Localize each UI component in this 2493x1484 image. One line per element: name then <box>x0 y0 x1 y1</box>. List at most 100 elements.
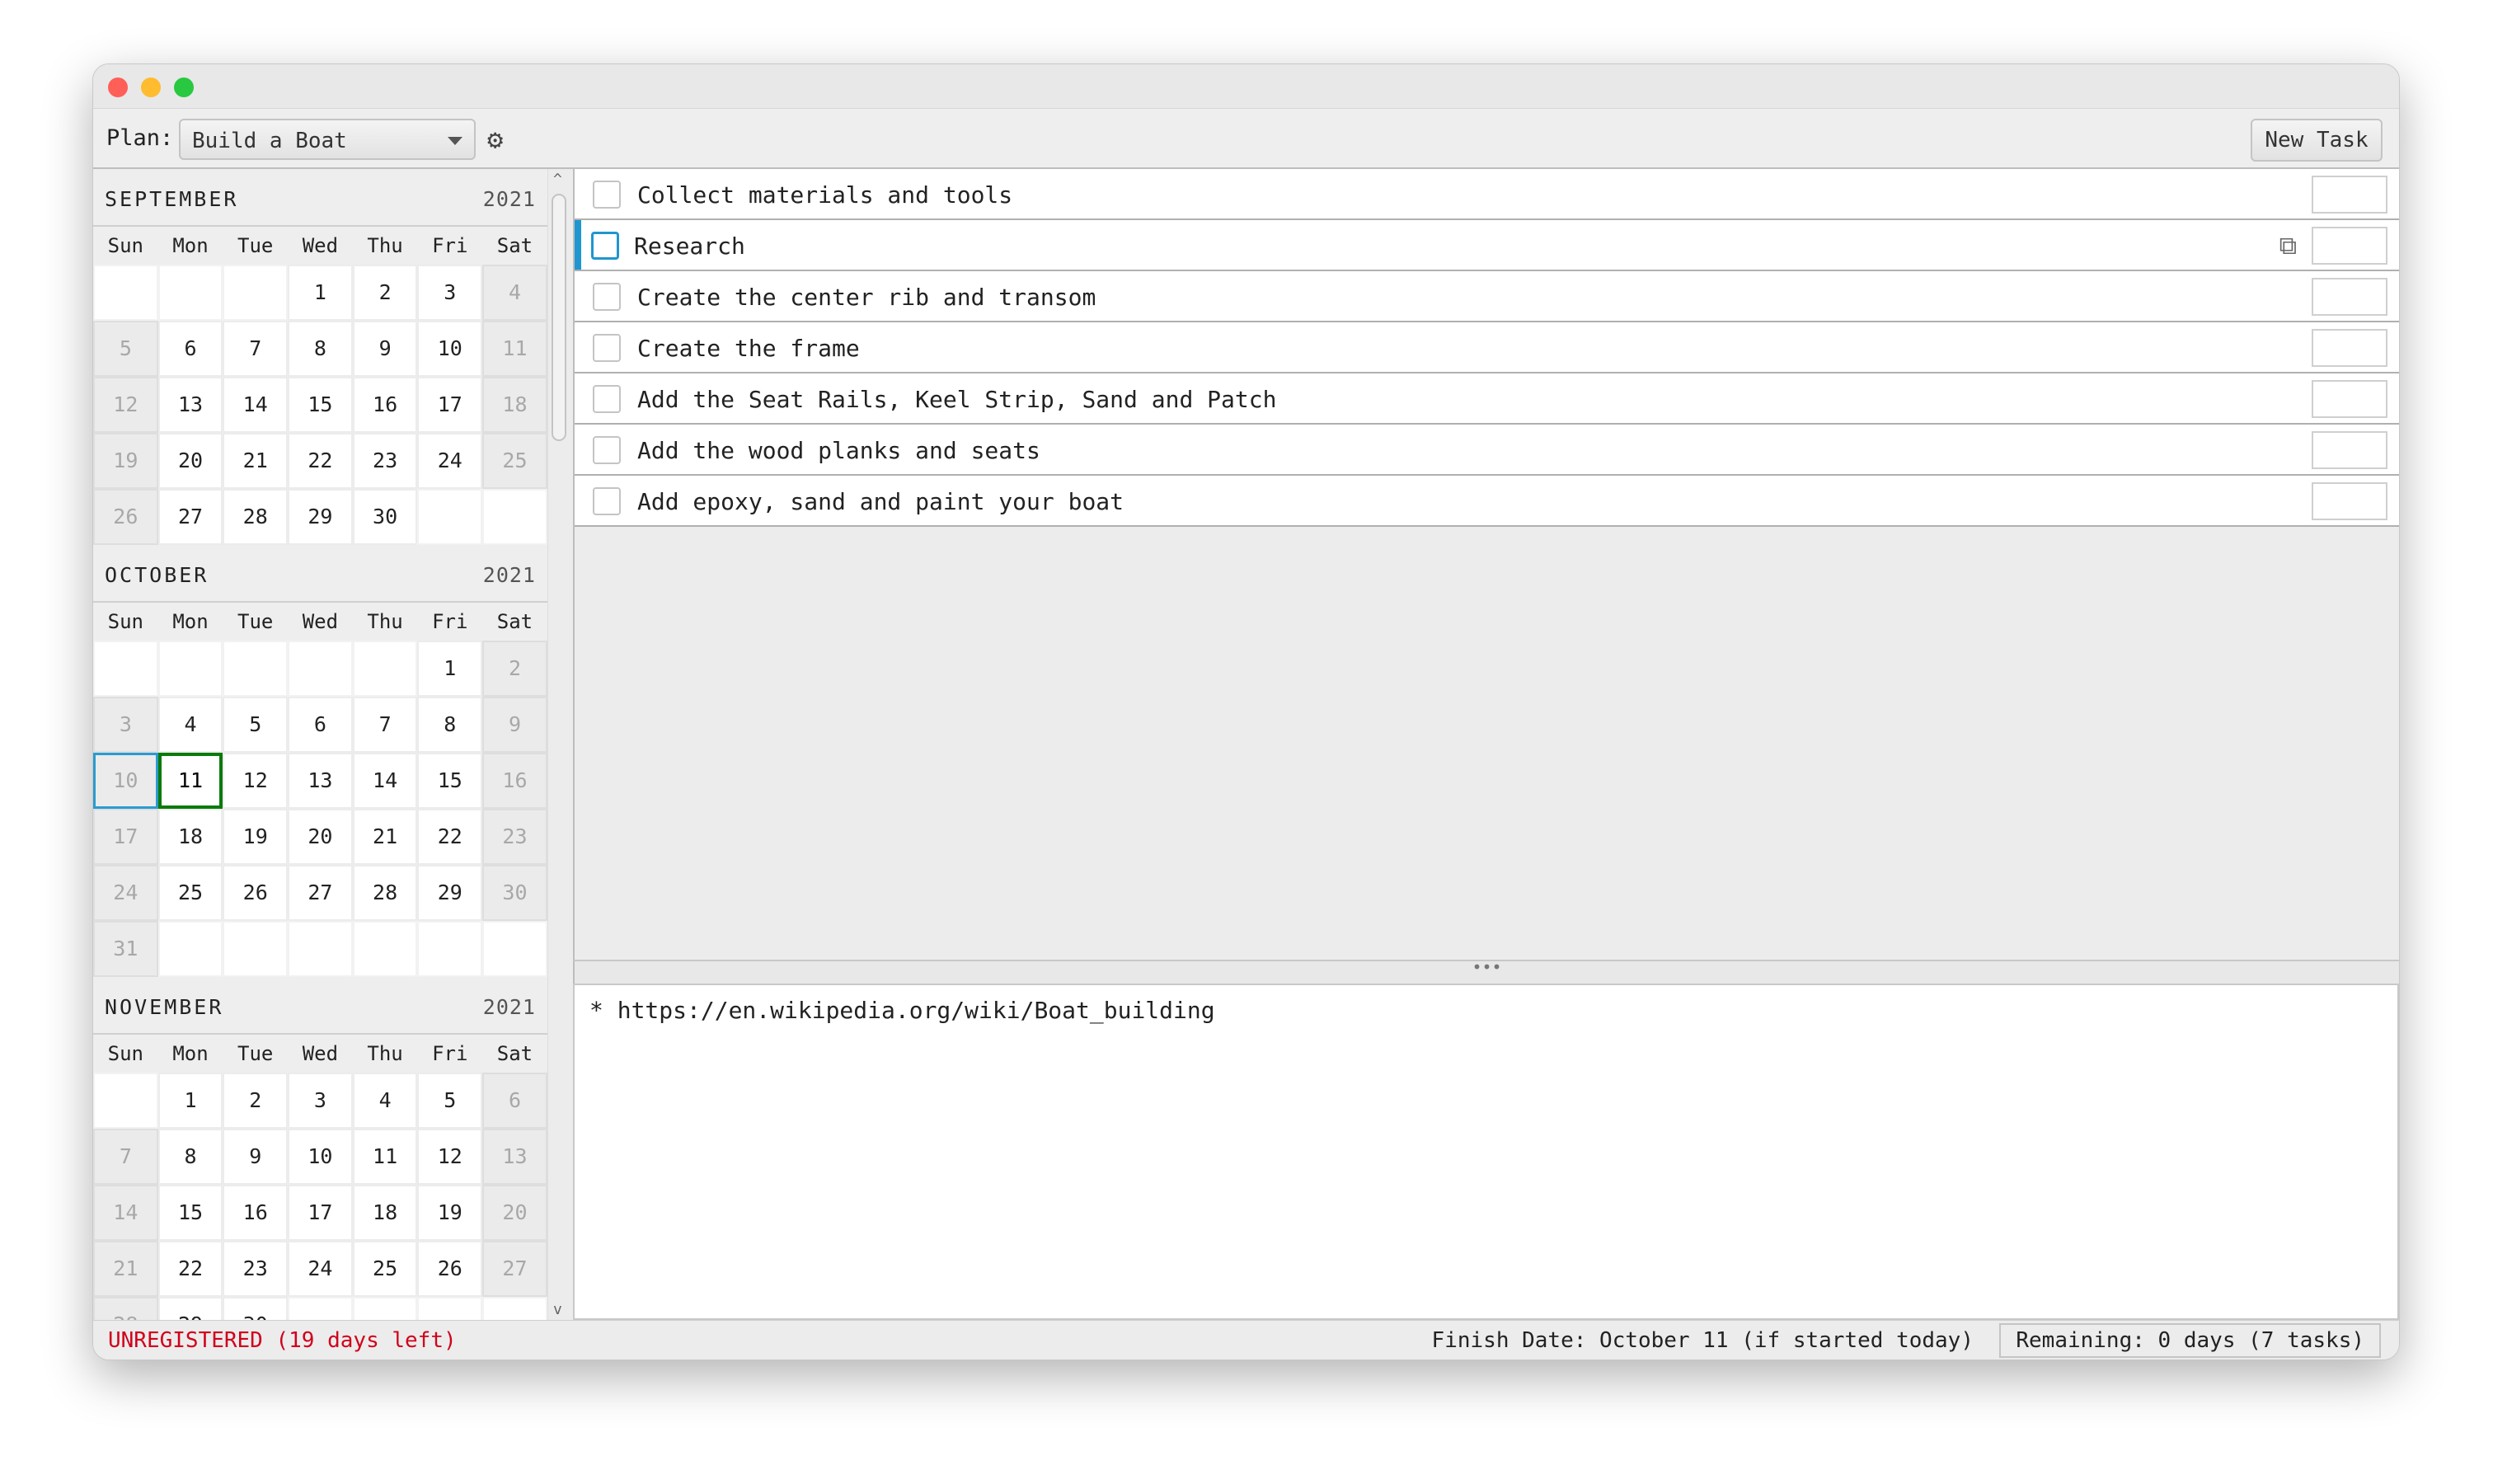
calendar-day[interactable]: 9 <box>223 1129 289 1185</box>
calendar-day[interactable]: 4 <box>157 697 223 753</box>
calendar-day[interactable]: 21 <box>93 1241 158 1297</box>
calendar-day[interactable]: 23 <box>223 1241 289 1297</box>
calendar-day[interactable]: 10 <box>288 1129 353 1185</box>
task-checkbox[interactable] <box>593 385 621 413</box>
calendar-day[interactable]: 4 <box>352 1073 418 1129</box>
calendar-day[interactable]: 18 <box>352 1185 418 1241</box>
calendar-day[interactable]: 8 <box>288 321 353 377</box>
calendar-day[interactable]: 24 <box>417 433 483 489</box>
task-title[interactable]: Collect materials and tools <box>637 181 1012 209</box>
calendar-day[interactable]: 19 <box>93 433 158 489</box>
external-link-icon[interactable]: ⧉ <box>2279 232 2297 261</box>
calendar-day[interactable]: 1 <box>157 1073 223 1129</box>
calendar-day[interactable]: 19 <box>417 1185 483 1241</box>
task-estimate-field[interactable] <box>2312 278 2387 316</box>
task-estimate-field[interactable] <box>2312 176 2387 214</box>
calendar-day[interactable]: 15 <box>288 377 353 433</box>
task-estimate-field[interactable] <box>2312 431 2387 469</box>
calendar-day[interactable]: 7 <box>223 321 289 377</box>
task-estimate-field[interactable] <box>2312 482 2387 520</box>
task-estimate-field[interactable] <box>2312 329 2387 367</box>
task-title[interactable]: Add the Seat Rails, Keel Strip, Sand and… <box>637 386 1276 413</box>
calendar-day[interactable]: 4 <box>482 265 547 321</box>
calendar-day[interactable]: 15 <box>417 753 483 809</box>
calendar-day[interactable]: 5 <box>223 697 289 753</box>
calendar-day[interactable]: 30 <box>352 489 418 545</box>
task-title[interactable]: Add the wood planks and seats <box>637 437 1040 464</box>
calendar-day[interactable]: 23 <box>482 809 547 865</box>
notes-editor[interactable]: * https://en.wikipedia.org/wiki/Boat_bui… <box>573 984 2399 1320</box>
calendar-day[interactable]: 25 <box>482 433 547 489</box>
calendar-day[interactable]: 10 <box>93 753 158 809</box>
calendar-day[interactable]: 22 <box>157 1241 223 1297</box>
calendar-day[interactable]: 12 <box>417 1129 483 1185</box>
calendar-day[interactable]: 27 <box>288 865 353 921</box>
task-checkbox[interactable] <box>593 334 621 362</box>
calendar-day[interactable]: 7 <box>93 1129 158 1185</box>
calendar-day[interactable]: 1 <box>288 265 353 321</box>
calendar-day[interactable]: 25 <box>352 1241 418 1297</box>
task-checkbox[interactable] <box>593 436 621 464</box>
calendar-day[interactable]: 29 <box>288 489 353 545</box>
calendar-day[interactable]: 28 <box>223 489 289 545</box>
calendar-day[interactable]: 14 <box>223 377 289 433</box>
calendar-day[interactable]: 14 <box>352 753 418 809</box>
task-row[interactable]: Create the center rib and transom <box>575 271 2399 322</box>
calendar-day[interactable]: 3 <box>288 1073 353 1129</box>
calendar-day[interactable]: 8 <box>417 697 483 753</box>
gear-icon[interactable]: ⚙ <box>487 125 515 153</box>
calendar-day[interactable]: 17 <box>417 377 483 433</box>
calendar-day[interactable]: 15 <box>157 1185 223 1241</box>
calendar-day[interactable]: 3 <box>93 697 158 753</box>
calendar-day[interactable]: 2 <box>223 1073 289 1129</box>
calendar-day[interactable]: 2 <box>482 641 547 697</box>
calendar-day[interactable]: 20 <box>288 809 353 865</box>
task-checkbox[interactable] <box>593 181 621 209</box>
calendar-day[interactable]: 13 <box>157 377 223 433</box>
calendar-day[interactable]: 21 <box>223 433 289 489</box>
calendar-day[interactable]: 2 <box>352 265 418 321</box>
scroll-up-icon[interactable]: ^ <box>553 171 562 188</box>
calendar-day[interactable]: 26 <box>417 1241 483 1297</box>
calendar-day[interactable]: 29 <box>417 865 483 921</box>
calendar-day[interactable]: 6 <box>157 321 223 377</box>
task-title[interactable]: Research <box>634 232 745 260</box>
calendar-day[interactable]: 16 <box>223 1185 289 1241</box>
task-row[interactable]: Collect materials and tools <box>575 169 2399 220</box>
task-row[interactable]: Add epoxy, sand and paint your boat <box>575 476 2399 527</box>
calendar-day[interactable]: 30 <box>223 1297 289 1320</box>
calendar-day[interactable]: 7 <box>352 697 418 753</box>
calendar-day[interactable]: 8 <box>157 1129 223 1185</box>
task-checkbox[interactable] <box>591 232 619 260</box>
calendar-day[interactable]: 1 <box>417 641 483 697</box>
task-estimate-field[interactable] <box>2312 380 2387 418</box>
calendar-day[interactable]: 24 <box>93 865 158 921</box>
calendar-day[interactable]: 6 <box>288 697 353 753</box>
calendar-day[interactable]: 9 <box>482 697 547 753</box>
calendar-day[interactable]: 16 <box>352 377 418 433</box>
calendar-day[interactable]: 26 <box>223 865 289 921</box>
calendar-day[interactable]: 27 <box>157 489 223 545</box>
calendar-day[interactable]: 6 <box>482 1073 547 1129</box>
calendar-day[interactable]: 21 <box>352 809 418 865</box>
calendar-day[interactable]: 13 <box>482 1129 547 1185</box>
task-row[interactable]: Research ⧉ <box>575 220 2399 271</box>
calendar-day[interactable]: 5 <box>417 1073 483 1129</box>
unregistered-label[interactable]: UNREGISTERED (19 days left) <box>108 1328 457 1353</box>
split-divider[interactable]: ••• <box>573 959 2399 984</box>
plan-select[interactable]: Build a Boat <box>179 119 476 160</box>
calendar-day[interactable]: 11 <box>157 753 223 809</box>
calendar-day[interactable]: 23 <box>352 433 418 489</box>
task-checkbox[interactable] <box>593 487 621 515</box>
task-title[interactable]: Add epoxy, sand and paint your boat <box>637 488 1124 515</box>
calendar-day[interactable]: 26 <box>93 489 158 545</box>
calendar-day[interactable]: 19 <box>223 809 289 865</box>
calendar-day[interactable]: 29 <box>157 1297 223 1320</box>
task-row[interactable]: Add the wood planks and seats <box>575 425 2399 476</box>
task-row[interactable]: Create the frame <box>575 322 2399 373</box>
calendar-day[interactable]: 3 <box>417 265 483 321</box>
close-button[interactable] <box>108 77 128 97</box>
calendar-day[interactable]: 11 <box>352 1129 418 1185</box>
calendar-day[interactable]: 13 <box>288 753 353 809</box>
calendar-day[interactable]: 31 <box>93 921 158 977</box>
